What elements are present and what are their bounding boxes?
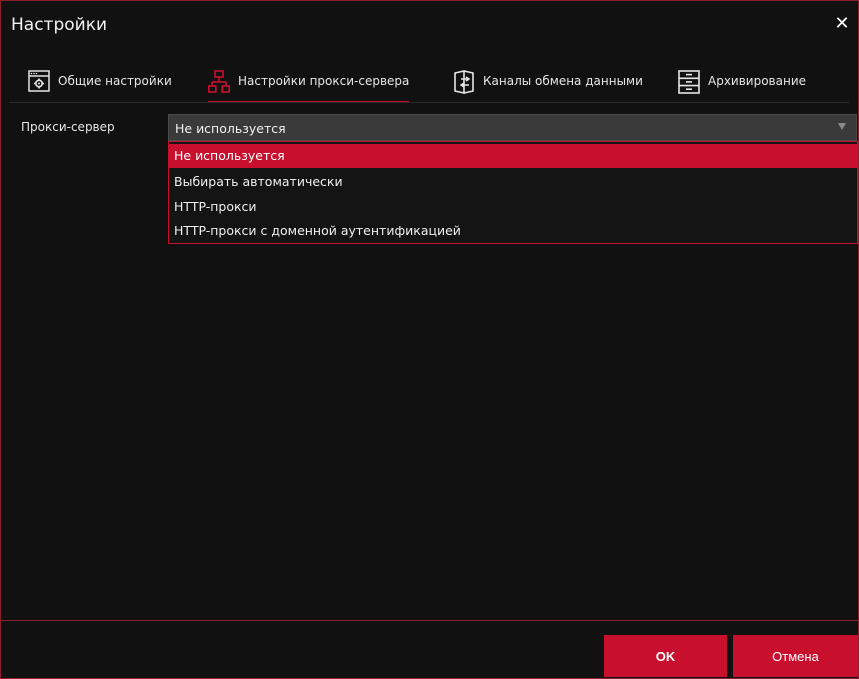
close-icon[interactable]: ✕: [832, 14, 852, 34]
tab-label: Настройки прокси-сервера: [238, 74, 410, 88]
dropdown-option-not-used[interactable]: Не используется: [169, 144, 857, 168]
dropdown-option-http-proxy-domain-auth[interactable]: HTTP-прокси с доменной аутентификацией: [169, 219, 857, 243]
tab-data-exchange-channels[interactable]: Каналы обмена данными: [453, 61, 643, 101]
proxy-server-selected-value: Не используется: [175, 121, 286, 136]
tab-archiving[interactable]: Архивирование: [678, 61, 806, 101]
dialog-title: Настройки: [11, 15, 108, 35]
footer-divider: [1, 620, 858, 621]
tab-general-settings[interactable]: Общие настройки: [28, 61, 172, 101]
settings-window-icon: [28, 70, 50, 92]
tab-label: Каналы обмена данными: [483, 74, 643, 88]
proxy-server-label: Прокси-сервер: [21, 120, 115, 134]
archive-icon: [678, 70, 700, 94]
settings-dialog: Настройки ✕ Общие настройки Настройки пр…: [0, 0, 859, 679]
proxy-server-dropdown-list: Не используется Выбирать автоматически H…: [168, 141, 858, 244]
tab-bar: Общие настройки Настройки прокси-сервера: [1, 61, 858, 103]
dropdown-arrow-icon[interactable]: [838, 123, 846, 130]
tab-divider: [9, 102, 849, 103]
dropdown-option-http-proxy[interactable]: HTTP-прокси: [169, 195, 857, 219]
title-bar: Настройки ✕: [1, 1, 858, 47]
network-icon: [208, 70, 230, 93]
proxy-server-select[interactable]: Не используется: [168, 114, 857, 141]
tab-label: Архивирование: [708, 74, 807, 88]
tab-label: Общие настройки: [58, 74, 172, 88]
data-exchange-icon: [453, 70, 475, 94]
tab-proxy-settings[interactable]: Настройки прокси-сервера: [208, 61, 410, 103]
ok-button[interactable]: OK: [604, 635, 727, 677]
cancel-button[interactable]: Отмена: [733, 635, 858, 677]
dropdown-option-auto[interactable]: Выбирать автоматически: [169, 170, 857, 194]
